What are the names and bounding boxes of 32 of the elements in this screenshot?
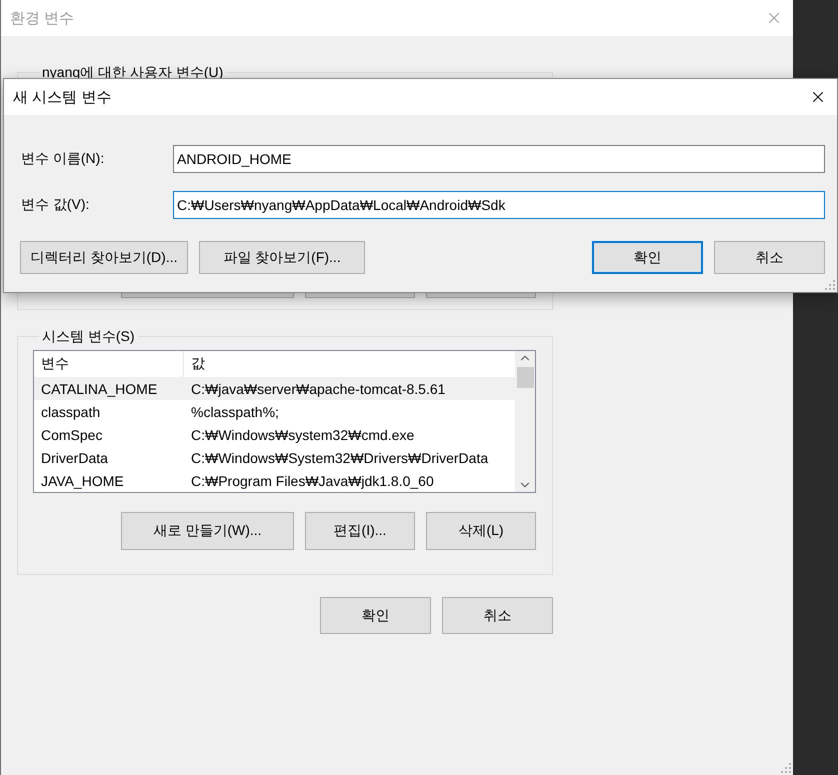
dialog-button[interactable]: 확인 — [320, 597, 431, 634]
dialog-button[interactable]: 취소 — [714, 241, 825, 274]
variable-name: JAVA_HOME — [40, 472, 125, 491]
dialog-button[interactable]: 취소 — [442, 597, 553, 634]
variable-value: C:₩Program Files₩Java₩jdk1.8.0_60 — [190, 472, 435, 491]
variable-value: C:₩Windows₩System32₩Drivers₩DriverData — [190, 448, 490, 468]
dialog-button[interactable]: 확인 — [592, 241, 703, 274]
resize-grip-icon[interactable] — [781, 763, 791, 773]
variable-name: DriverData — [40, 448, 109, 468]
variable-value: C:₩Windows₩system32₩cmd.exe — [190, 426, 416, 445]
field-label: 변수 이름(N): — [20, 150, 106, 168]
variable-value: C:₩java₩server₩apache-tomcat-8.5.61 — [190, 380, 446, 399]
resize-grip-icon[interactable] — [825, 280, 835, 290]
input-field[interactable]: C:₩Users₩nyang₩AppData₩Local₩Android₩Sdk — [173, 191, 825, 219]
scrollbar[interactable] — [515, 351, 535, 492]
browse-button[interactable]: 디렉터리 찾아보기(D)... — [20, 241, 188, 274]
browse-button[interactable]: 파일 찾아보기(F)... — [199, 241, 365, 274]
window-title: 환경 변수 — [10, 8, 74, 28]
column-header[interactable]: 값 — [184, 351, 515, 377]
input-field[interactable]: ANDROID_HOME — [173, 145, 825, 173]
list-action-button[interactable]: 편집(I)... — [305, 512, 415, 550]
list-action-button[interactable]: 삭제(L) — [426, 512, 536, 550]
group-label: 시스템 변수(S) — [41, 327, 136, 346]
dialog-title: 새 시스템 변수 — [13, 88, 112, 106]
variable-name: CATALINA_HOME — [40, 380, 158, 399]
variable-value: %classpath%; — [190, 402, 280, 422]
list-action-button[interactable]: 새로 만들기(W)... — [121, 512, 294, 550]
variable-name: classpath — [40, 402, 102, 422]
variable-name: ComSpec — [40, 426, 104, 445]
field-label: 변수 값(V): — [20, 196, 90, 214]
list-row[interactable]: CATALINA_HOME C:₩java₩server₩apache-tomcat-8.5.61 — [34, 377, 515, 400]
scroll-thumb[interactable] — [516, 367, 534, 388]
